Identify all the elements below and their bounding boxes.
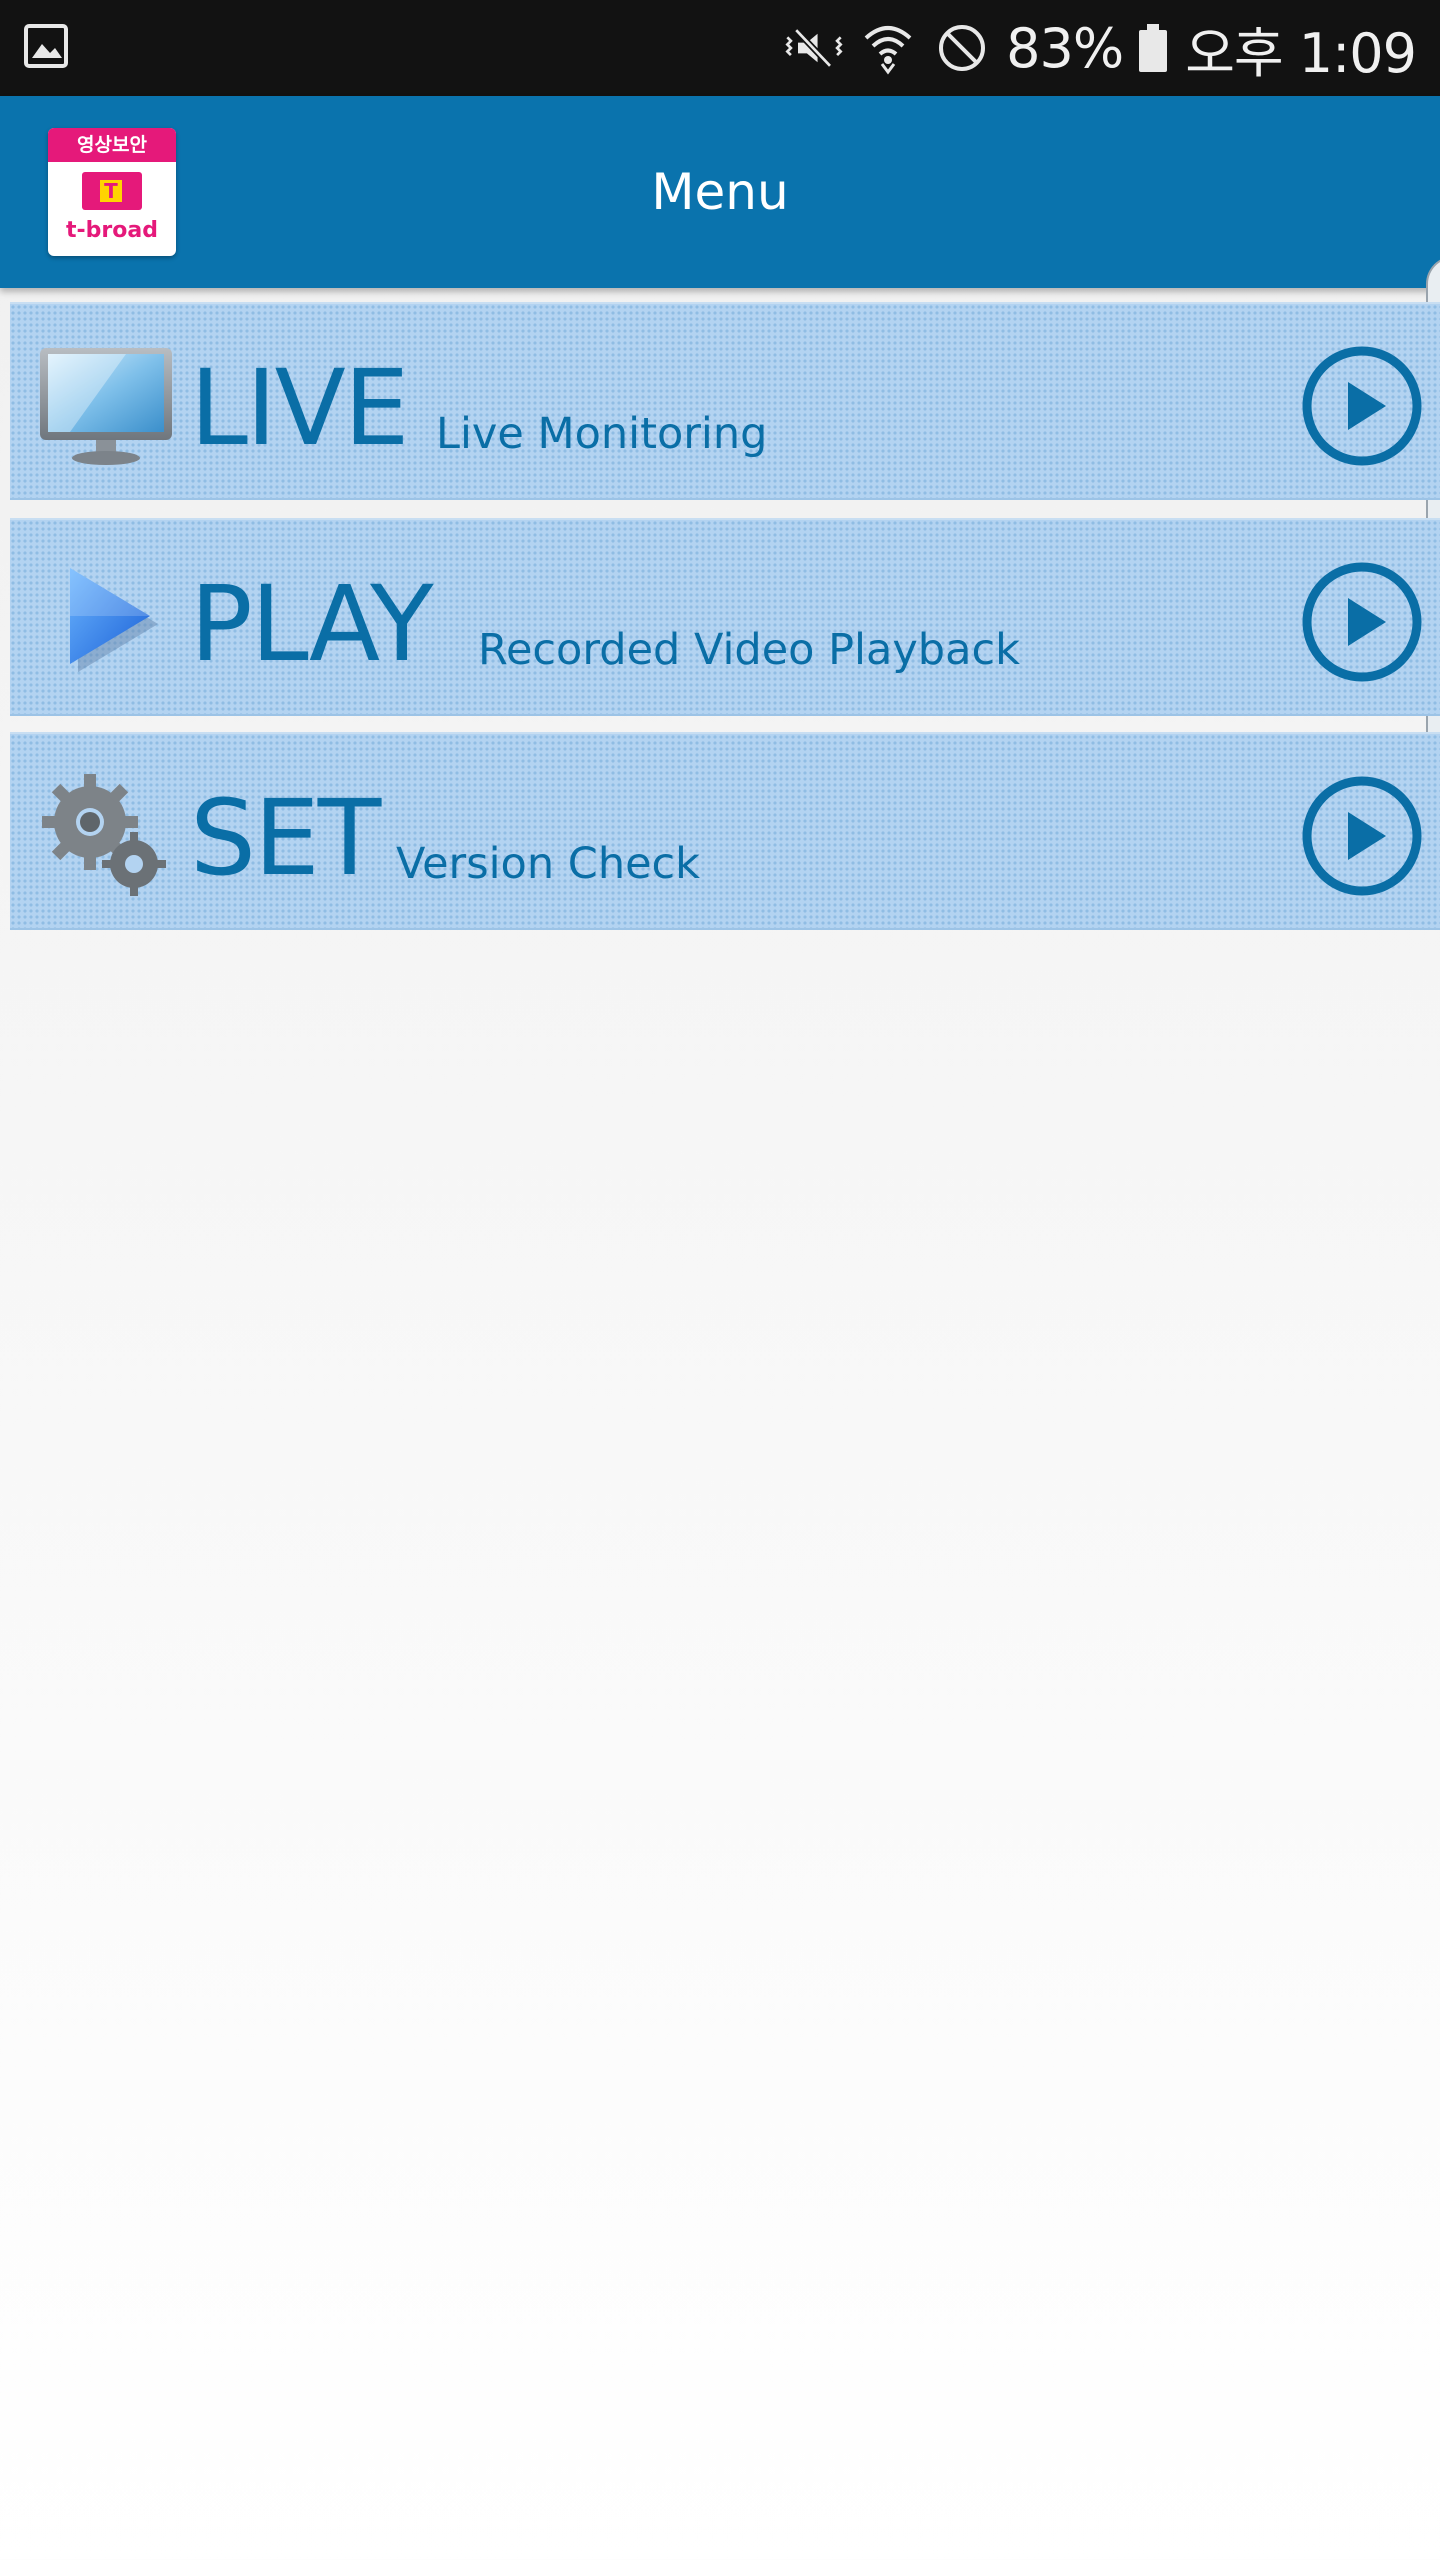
menu-item-label: SET bbox=[190, 777, 381, 899]
battery-percent: 83% bbox=[1006, 16, 1124, 80]
monitor-icon bbox=[30, 334, 180, 474]
logo-bottom-text: t-broad bbox=[66, 218, 158, 243]
play-circle-icon[interactable] bbox=[1300, 344, 1424, 468]
menu-item-label: LIVE bbox=[190, 347, 409, 469]
menu-item-subtitle: Recorded Video Playback bbox=[478, 625, 1020, 675]
menu-item-play[interactable]: PLAY Recorded Video Playback bbox=[10, 518, 1440, 716]
logo-mark-letter: T bbox=[100, 180, 122, 202]
page-title: Menu bbox=[651, 163, 789, 221]
no-disturb-icon bbox=[930, 16, 994, 80]
menu-item-label: PLAY bbox=[190, 563, 434, 685]
menu-item-subtitle: Live Monitoring bbox=[436, 409, 768, 459]
gallery-icon bbox=[24, 24, 68, 68]
logo-top-text: 영상보안 bbox=[48, 128, 176, 162]
play-triangle-icon bbox=[30, 550, 180, 690]
status-bar: 83% 오후 1:09 bbox=[0, 0, 1440, 96]
menu-item-set[interactable]: SET Version Check bbox=[10, 732, 1440, 930]
menu-item-subtitle: Version Check bbox=[396, 839, 701, 889]
clock: 오후 1:09 bbox=[1185, 21, 1417, 85]
logo-mark: T bbox=[82, 172, 142, 210]
play-circle-icon[interactable] bbox=[1300, 774, 1424, 898]
app-bar: 영상보안 T t-broad Menu bbox=[0, 96, 1440, 288]
gears-icon bbox=[30, 764, 180, 904]
wifi-icon bbox=[856, 16, 920, 80]
mute-vibrate-icon bbox=[782, 16, 846, 80]
battery-icon bbox=[1133, 16, 1173, 80]
status-icons: 83% 오후 1:09 bbox=[772, 0, 1417, 96]
app-logo[interactable]: 영상보안 T t-broad bbox=[48, 128, 176, 256]
menu-item-live[interactable]: LIVE Live Monitoring bbox=[10, 302, 1440, 500]
play-circle-icon[interactable] bbox=[1300, 560, 1424, 684]
